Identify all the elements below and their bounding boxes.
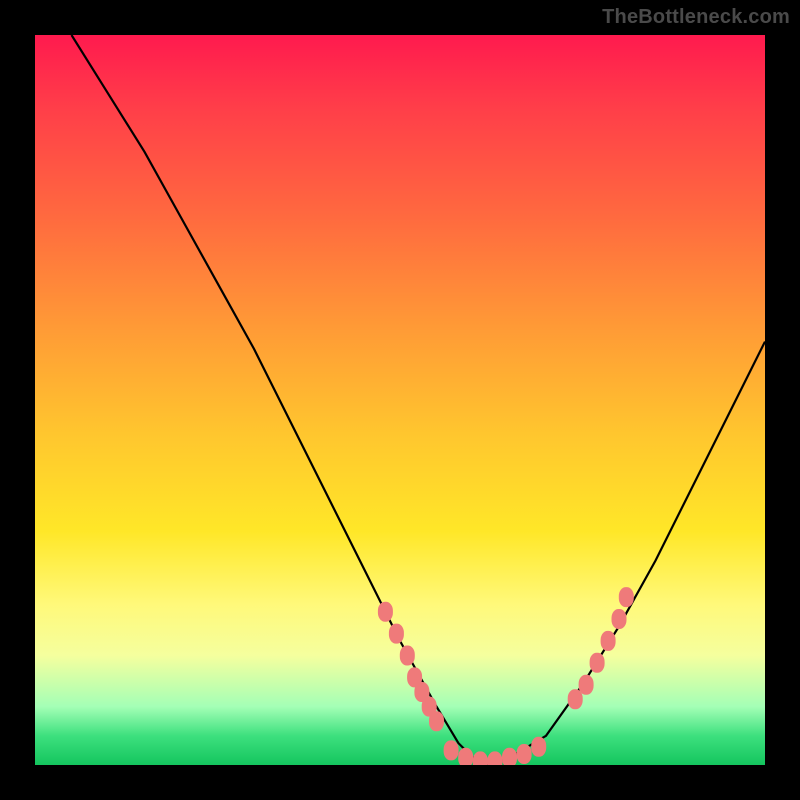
- plot-area: [35, 35, 765, 765]
- marker-dot: [389, 624, 404, 644]
- watermark-text: TheBottleneck.com: [602, 6, 790, 29]
- marker-dot: [568, 689, 583, 709]
- marker-dot: [502, 748, 517, 765]
- marker-dot: [429, 711, 444, 731]
- marker-dot: [378, 602, 393, 622]
- marker-dot: [531, 737, 546, 757]
- marker-dot: [400, 646, 415, 666]
- marker-dot: [444, 740, 459, 760]
- marker-dot: [612, 609, 627, 629]
- marker-layer: [378, 587, 634, 765]
- marker-dot: [473, 751, 488, 765]
- marker-dot: [590, 653, 605, 673]
- marker-dot: [579, 675, 594, 695]
- chart-svg: [35, 35, 765, 765]
- main-curve: [72, 35, 766, 765]
- marker-dot: [517, 744, 532, 764]
- chart-frame: TheBottleneck.com: [0, 0, 800, 800]
- marker-dot: [601, 631, 616, 651]
- marker-dot: [458, 748, 473, 765]
- marker-dot: [619, 587, 634, 607]
- marker-dot: [487, 751, 502, 765]
